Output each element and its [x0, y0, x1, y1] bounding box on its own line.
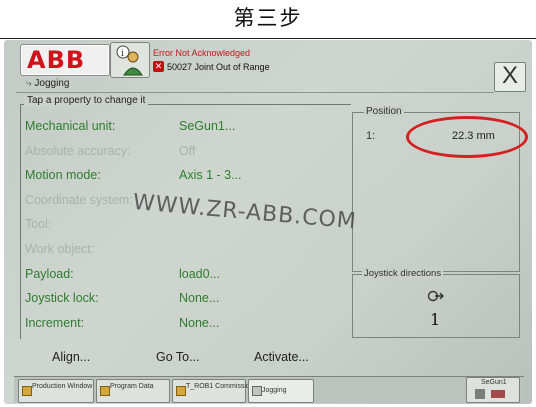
- task-production-window[interactable]: Production Window: [18, 379, 94, 403]
- abb-menu-button[interactable]: ABB: [20, 44, 110, 76]
- joystick-direction-number: 1: [430, 310, 441, 329]
- joystick-arrow-icon: [427, 290, 444, 302]
- goto-button[interactable]: Go To...: [156, 350, 200, 364]
- property-label: Payload:: [25, 267, 74, 281]
- error-message: 50027 Joint Out of Range: [167, 62, 270, 72]
- property-value: Off: [179, 144, 196, 158]
- close-button[interactable]: X: [494, 62, 526, 92]
- property-value: Axis 1 - 3...: [179, 168, 242, 182]
- position-axis-label: 1:: [366, 130, 376, 142]
- property-panel-legend: Tap a property to change it: [24, 95, 149, 106]
- step-caption: 第三步: [233, 6, 303, 30]
- jogging-task-icon: [252, 386, 262, 396]
- task-label: T_ROB1 Commission: [186, 383, 254, 390]
- property-value: SeGun1...: [179, 119, 236, 133]
- user-info-icon: i: [116, 45, 143, 76]
- abb-logo-text: ABB: [27, 46, 86, 74]
- property-label: Mechanical unit:: [25, 119, 116, 133]
- robot-unit-icon: [475, 389, 505, 399]
- flexpendant-screen: ABB i Error Not Acknowledged ✕ 50027 Joi…: [4, 40, 532, 404]
- caption-rule: [0, 38, 536, 39]
- header-divider: [16, 92, 494, 93]
- highlight-circle: [406, 116, 528, 158]
- task-jogging[interactable]: Jogging: [248, 379, 314, 403]
- property-label: Absolute accuracy:: [25, 144, 131, 158]
- window-title-text: Jogging: [34, 78, 70, 89]
- commission-icon: [176, 386, 186, 396]
- property-label: Joystick lock:: [25, 291, 99, 305]
- task-label: Program Data: [110, 383, 154, 390]
- property-label: Motion mode:: [25, 168, 101, 182]
- taskbar: Production Window Program Data T_ROB1 Co…: [14, 376, 524, 403]
- unit-label: SeGun1: [481, 379, 507, 386]
- property-value: None...: [179, 291, 220, 305]
- property-label: Coordinate system:: [25, 193, 133, 207]
- task-program-data[interactable]: Program Data: [96, 379, 170, 403]
- user-status-button[interactable]: i: [110, 42, 150, 78]
- action-bar: Align... Go To... Activate...: [16, 342, 522, 374]
- production-window-icon: [22, 386, 32, 396]
- task-label: Production Window: [32, 383, 93, 390]
- window-title: ⤷ Jogging: [26, 78, 69, 89]
- align-button[interactable]: Align...: [52, 350, 90, 364]
- mechanical-unit-indicator[interactable]: SeGun1: [466, 377, 520, 403]
- property-label: Tool:: [25, 217, 52, 231]
- jogging-icon: ⤷: [26, 78, 32, 89]
- property-value: None...: [179, 316, 220, 330]
- property-label: Work object:: [25, 242, 95, 256]
- joystick-legend: Joystick directions: [362, 268, 444, 279]
- svg-text:i: i: [121, 49, 124, 59]
- task-label: Jogging: [262, 387, 287, 394]
- position-legend: Position: [364, 106, 404, 117]
- screen-content: ABB i Error Not Acknowledged ✕ 50027 Joi…: [14, 42, 528, 403]
- error-status-title: Error Not Acknowledged: [153, 48, 251, 58]
- activate-button[interactable]: Activate...: [254, 350, 309, 364]
- property-value: load0...: [179, 267, 221, 281]
- program-data-icon: [100, 386, 110, 396]
- task-commission[interactable]: T_ROB1 Commission: [172, 379, 254, 403]
- error-icon: ✕: [153, 61, 164, 72]
- property-label: Increment:: [25, 316, 85, 330]
